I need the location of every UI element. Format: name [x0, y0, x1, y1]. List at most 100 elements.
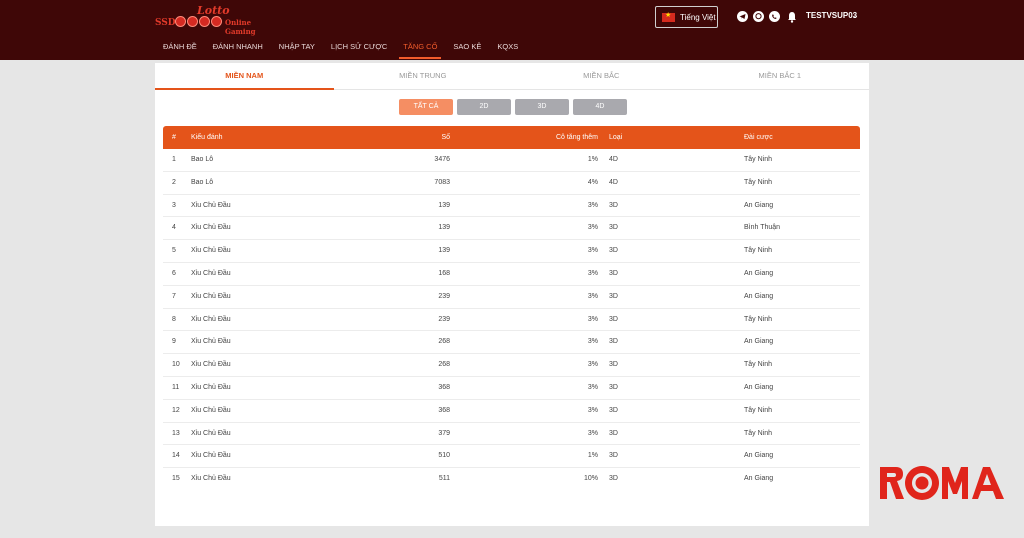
- row-station: An Giang: [744, 269, 774, 277]
- filter-all-button[interactable]: TẤT CẢ: [399, 99, 453, 115]
- row-kind: 4D: [609, 156, 618, 163]
- row-station: Tây Ninh: [744, 315, 773, 323]
- row-percent: 3%: [587, 406, 598, 414]
- row-station: An Giang: [744, 292, 774, 300]
- region-tabs: MIỀN NAM MIỀN TRUNG MIỀN BẮC MIỀN BẮC 1: [155, 63, 869, 90]
- table-row: 10 Xỉu Chủ Đầu 268 3% 3D Tây Ninh: [163, 354, 860, 377]
- header-percent: Cô tăng thêm: [555, 134, 598, 141]
- row-kind: 3D: [609, 201, 618, 209]
- row-index: 13: [172, 429, 180, 437]
- row-kind: 3D: [609, 406, 618, 414]
- row-type: Xỉu Chủ Đầu: [191, 269, 231, 277]
- row-station: Bình Thuận: [744, 224, 781, 232]
- header-index: #: [172, 134, 176, 141]
- row-station: Tây Ninh: [744, 156, 773, 163]
- viber-icon[interactable]: [753, 11, 764, 22]
- username[interactable]: TESTVSUP03: [806, 11, 857, 20]
- row-kind: 3D: [609, 224, 618, 232]
- row-index: 5: [172, 247, 176, 255]
- row-type: Xỉu Chủ Đầu: [191, 383, 231, 391]
- nav-nhap-tay[interactable]: NHẬP TAY: [271, 38, 323, 60]
- telegram-icon[interactable]: [737, 11, 748, 22]
- row-percent: 3%: [587, 292, 598, 300]
- table-row: 3 Xỉu Chủ Đầu 139 3% 3D An Giang: [163, 195, 860, 218]
- row-index: 12: [172, 406, 180, 414]
- nav-sao-ke[interactable]: SAO KÊ: [445, 38, 489, 60]
- row-number: 139: [438, 224, 450, 232]
- row-kind: 4D: [609, 178, 618, 186]
- row-number: 379: [438, 429, 450, 437]
- nav-lich-su-cuoc[interactable]: LỊCH SỬ CƯỢC: [323, 38, 395, 60]
- table-row: 2 Bao Lô 7083 4% 4D Tây Ninh: [163, 172, 860, 195]
- filter-2d-button[interactable]: 2D: [457, 99, 511, 115]
- tab-mien-trung[interactable]: MIỀN TRUNG: [334, 63, 513, 89]
- header-number: Số: [441, 134, 450, 141]
- row-kind: 3D: [609, 338, 618, 346]
- row-station: Tây Ninh: [744, 406, 773, 414]
- row-index: 14: [172, 452, 180, 460]
- row-percent: 1%: [587, 156, 598, 163]
- table-row: 11 Xỉu Chủ Đầu 368 3% 3D An Giang: [163, 377, 860, 400]
- row-kind: 3D: [609, 452, 618, 460]
- table-row: 4 Xỉu Chủ Đầu 139 3% 3D Bình Thuận: [163, 217, 860, 241]
- row-type: Bao Lô: [191, 156, 214, 163]
- row-type: Xỉu Chủ Đầu: [191, 452, 231, 460]
- row-kind: 3D: [609, 247, 618, 255]
- row-index: 9: [172, 338, 176, 346]
- row-kind: 3D: [609, 383, 618, 391]
- table-row: 9 Xỉu Chủ Đầu 268 3% 3D An Giang: [163, 331, 860, 355]
- table-row: 7 Xỉu Chủ Đầu 239 3% 3D An Giang: [163, 286, 860, 309]
- filter-4d-button[interactable]: 4D: [573, 99, 627, 115]
- row-kind: 3D: [609, 429, 618, 437]
- row-percent: 3%: [587, 201, 598, 209]
- row-percent: 3%: [587, 361, 598, 369]
- language-label: Tiếng Việt: [680, 12, 716, 22]
- row-percent: 3%: [587, 429, 598, 437]
- row-type: Bao Lô: [191, 178, 214, 186]
- table-row: 13 Xỉu Chủ Đầu 379 3% 3D Tây Ninh: [163, 423, 860, 446]
- chevron-down-icon[interactable]: ⌄: [852, 11, 859, 20]
- row-station: Tây Ninh: [744, 429, 773, 437]
- row-kind: 3D: [609, 315, 618, 323]
- language-button[interactable]: Tiếng Việt: [655, 6, 718, 28]
- nav-tang-co[interactable]: TĂNG CỐ: [395, 38, 445, 60]
- row-index: 11: [172, 383, 180, 391]
- content-panel: MIỀN NAM MIỀN TRUNG MIỀN BẮC MIỀN BẮC 1 …: [155, 63, 869, 526]
- nav-danh-nhanh[interactable]: ĐÁNH NHANH: [205, 38, 271, 60]
- row-percent: 3%: [587, 269, 598, 277]
- row-number: 368: [438, 383, 450, 391]
- whatsapp-icon[interactable]: [769, 11, 780, 22]
- row-percent: 3%: [587, 247, 598, 255]
- row-number: 139: [438, 201, 450, 209]
- row-type: Xỉu Chủ Đầu: [191, 247, 231, 255]
- row-number: 239: [438, 315, 450, 323]
- row-number: 368: [438, 406, 450, 414]
- table-row: 12 Xỉu Chủ Đầu 368 3% 3D Tây Ninh: [163, 400, 860, 423]
- row-station: Tây Ninh: [744, 178, 773, 186]
- logo-balls-icon: [175, 16, 222, 27]
- row-percent: 3%: [587, 315, 598, 323]
- tab-mien-nam[interactable]: MIỀN NAM: [155, 63, 334, 90]
- bell-icon[interactable]: [787, 10, 797, 23]
- row-type: Xỉu Chủ Đầu: [191, 315, 231, 323]
- site-logo[interactable]: Lotto SSD Online Gaming: [155, 4, 265, 36]
- table-body: 1 Bao Lô 3476 1% 4D Tây Ninh 2 Bao Lô 7083 4% 4D Tâ…: [163, 149, 860, 482]
- odds-table[interactable]: # Kiểu đánh Số Cô tăng thêm Loại Đài cượ…: [163, 126, 860, 482]
- tab-mien-bac-1[interactable]: MIỀN BẮC 1: [691, 63, 870, 89]
- row-number: 510: [438, 452, 450, 460]
- nav-danh-de[interactable]: ĐÁNH ĐỀ: [155, 38, 205, 60]
- row-number: 239: [438, 292, 450, 300]
- table-row: 1 Bao Lô 3476 1% 4D Tây Ninh: [163, 149, 860, 172]
- type-filters: TẤT CẢ 2D 3D 4D: [399, 99, 627, 115]
- nav-kqxs[interactable]: KQXS: [489, 38, 526, 60]
- row-station: An Giang: [744, 383, 774, 391]
- filter-3d-button[interactable]: 3D: [515, 99, 569, 115]
- tab-mien-bac[interactable]: MIỀN BẮC: [512, 63, 691, 89]
- row-type: Xỉu Chủ Đầu: [191, 361, 231, 369]
- row-index: 10: [172, 361, 180, 369]
- logo-subtitle: Online Gaming: [225, 18, 256, 36]
- table-row: 8 Xỉu Chủ Đầu 239 3% 3D Tây Ninh: [163, 309, 860, 332]
- row-station: An Giang: [744, 452, 774, 460]
- row-station: An Giang: [744, 338, 774, 346]
- table-row: 5 Xỉu Chủ Đầu 139 3% 3D Tây Ninh: [163, 240, 860, 263]
